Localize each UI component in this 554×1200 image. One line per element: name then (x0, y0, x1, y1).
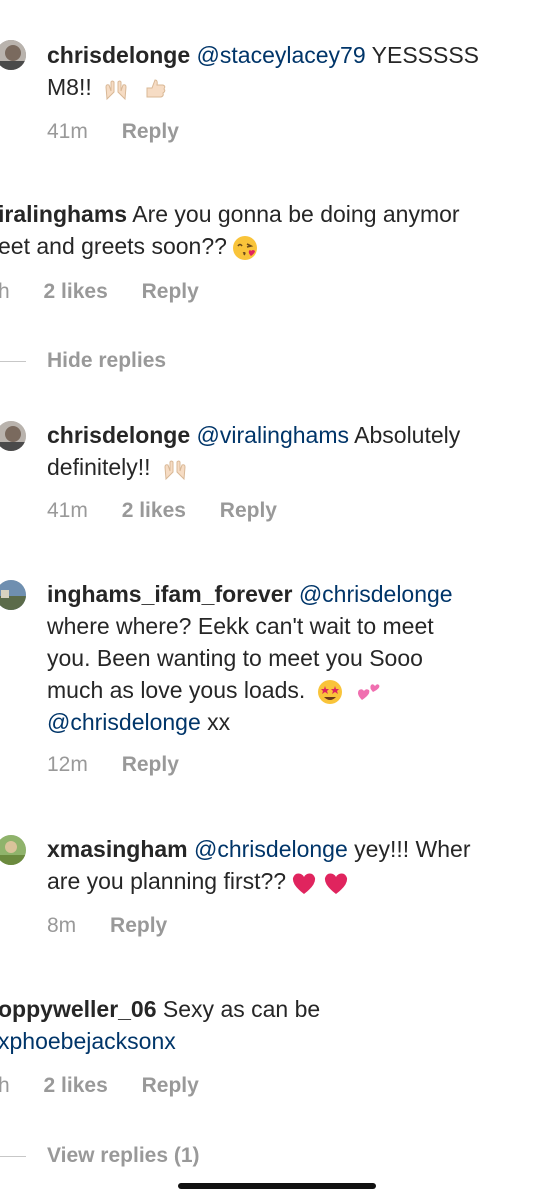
comment-text: chrisdelonge @viralinghams Absolutely (47, 420, 460, 451)
red-heart-icon (325, 873, 348, 894)
comment-body: yey!!! Wher (354, 836, 471, 862)
comment-time: 41m (47, 499, 88, 522)
hide-replies-button[interactable]: Hide replies (47, 349, 166, 373)
avatar[interactable] (0, 40, 26, 70)
reply-button[interactable]: Reply (220, 499, 277, 522)
comment-text-line5: @chrisdelonge xx (47, 707, 230, 738)
comment-meta: h 2 likes Reply (0, 1074, 227, 1098)
comment-text-line4: much as love yous loads. (47, 675, 382, 706)
comment-body: where where? Eekk can't wait to meet (47, 613, 434, 639)
comment-text: inghams_ifam_forever @chrisdelonge (47, 579, 453, 610)
comment-username[interactable]: chrisdelonge (47, 42, 190, 68)
comment-text-line2: are you planning first?? (47, 866, 350, 897)
comment-username[interactable]: chrisdelonge (47, 422, 190, 448)
reply-button[interactable]: Reply (122, 120, 179, 143)
like-count[interactable]: 2 likes (44, 280, 108, 303)
comment-body: much as love yous loads. (47, 677, 306, 703)
comment-mention[interactable]: @staceylacey79 (197, 42, 366, 68)
star-struck-icon (317, 679, 342, 704)
comment-username[interactable]: inghams_ifam_forever (47, 581, 292, 607)
reply-button[interactable]: Reply (142, 280, 199, 303)
comment-meta: h 2 likes Reply (0, 280, 227, 304)
comment-text-line2: where where? Eekk can't wait to meet (47, 611, 434, 642)
reply-button[interactable]: Reply (110, 914, 167, 937)
comment-text: xmasingham @chrisdelonge yey!!! Wher (47, 834, 470, 865)
raising-hands-icon (164, 460, 186, 481)
comment-time: 8m (47, 914, 77, 937)
comment-mention[interactable]: @chrisdelonge (194, 836, 348, 862)
comment-meta: 41m 2 likes Reply (47, 499, 305, 523)
comment-body: xx (207, 709, 231, 735)
home-indicator[interactable] (178, 1183, 376, 1189)
avatar[interactable] (0, 580, 26, 610)
comment-time: h (0, 280, 10, 303)
comment-mention[interactable]: @chrisdelonge (47, 709, 201, 735)
comment-body: Are you gonna be doing anymor (132, 201, 460, 227)
comment-body: YESSSSS (371, 42, 480, 68)
red-heart-icon (293, 873, 316, 894)
thumbs-up-icon (146, 79, 165, 98)
comment-body: Sexy as can be (162, 996, 321, 1022)
comment-text-line2: xphoebejacksonx (0, 1026, 176, 1057)
raising-hands-icon (105, 80, 127, 101)
comment-meta: 41m Reply (47, 120, 207, 144)
avatar[interactable] (0, 421, 26, 451)
comment-username[interactable]: xmasingham (47, 836, 188, 862)
comment-text-line2: eet and greets soon?? (0, 231, 259, 262)
comment-time: 12m (47, 753, 88, 776)
comment-text-line2: definitely!! (47, 452, 189, 483)
comment-mention[interactable]: xphoebejacksonx (0, 1028, 176, 1054)
comment-time: h (0, 1074, 10, 1097)
replies-divider (0, 361, 26, 362)
reply-button[interactable]: Reply (122, 753, 179, 776)
reply-button[interactable]: Reply (142, 1074, 199, 1097)
two-hearts-icon (358, 684, 380, 700)
comment-text: chrisdelonge @staceylacey79 YESSSSS (47, 40, 479, 71)
avatar[interactable] (0, 835, 26, 865)
comment-body: Absolutely (354, 422, 461, 448)
comment-body: M8!! (47, 74, 92, 100)
comment-username[interactable]: iralinghams (0, 201, 127, 227)
comment-body: are you planning first?? (47, 868, 287, 894)
comment-body: eet and greets soon?? (0, 233, 227, 259)
comment-meta: 8m Reply (47, 914, 195, 938)
comment-text: iralinghams Are you gonna be doing anymo… (0, 199, 460, 230)
kiss-face-icon (232, 235, 257, 260)
comment-body: you. Been wanting to meet you Sooo (47, 645, 423, 671)
like-count[interactable]: 2 likes (122, 499, 186, 522)
comment-mention[interactable]: @viralinghams (197, 422, 349, 448)
comment-mention[interactable]: @chrisdelonge (299, 581, 453, 607)
replies-divider (0, 1156, 26, 1157)
comment-text: oppyweller_06 Sexy as can be (0, 994, 320, 1025)
comment-text-line3: you. Been wanting to meet you Sooo (47, 643, 423, 674)
comment-username[interactable]: oppyweller_06 (0, 996, 157, 1022)
view-replies-button[interactable]: View replies (1) (47, 1144, 200, 1168)
like-count[interactable]: 2 likes (44, 1074, 108, 1097)
comment-text-line2: M8!! (47, 72, 169, 103)
comment-time: 41m (47, 120, 88, 143)
comment-body: definitely!! (47, 454, 151, 480)
comment-meta: 12m Reply (47, 753, 207, 777)
